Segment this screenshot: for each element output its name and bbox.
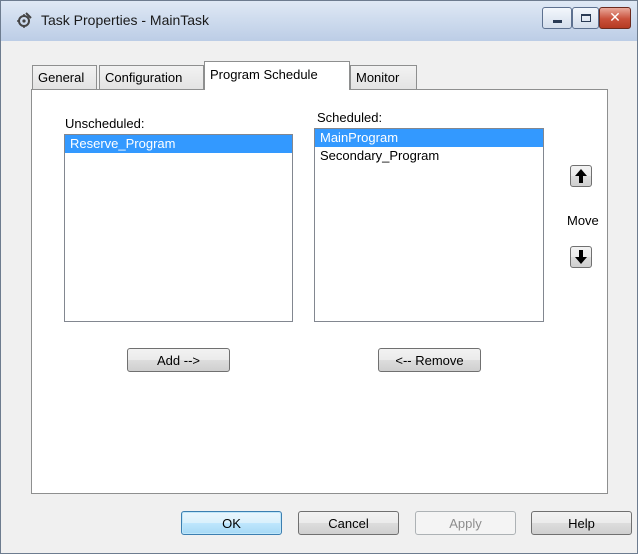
task-properties-window: Task Properties - MainTask ✕ General Con… xyxy=(0,0,638,554)
tab-program-schedule[interactable]: Program Schedule xyxy=(204,61,350,90)
maximize-button[interactable] xyxy=(572,7,599,29)
arrow-up-icon xyxy=(575,169,587,183)
minimize-icon xyxy=(552,19,562,23)
list-item[interactable]: Secondary_Program xyxy=(315,147,543,165)
apply-button[interactable]: Apply xyxy=(415,511,516,535)
tab-configuration[interactable]: Configuration xyxy=(99,65,204,89)
add-button[interactable]: Add --> xyxy=(127,348,230,372)
task-gear-icon xyxy=(17,12,32,28)
minimize-button[interactable] xyxy=(542,7,572,29)
unscheduled-listbox[interactable]: Reserve_Program xyxy=(64,134,293,322)
program-schedule-panel: Unscheduled: Reserve_Program Scheduled: … xyxy=(31,89,608,494)
move-down-button[interactable] xyxy=(570,246,592,268)
list-item[interactable]: MainProgram xyxy=(315,129,543,147)
scheduled-label: Scheduled: xyxy=(317,110,383,125)
maximize-icon xyxy=(580,14,591,22)
window-title: Task Properties - MainTask xyxy=(41,12,210,28)
list-item[interactable]: Reserve_Program xyxy=(65,135,292,153)
tab-general[interactable]: General xyxy=(32,65,97,89)
remove-button[interactable]: <-- Remove xyxy=(378,348,481,372)
title-bar[interactable]: Task Properties - MainTask ✕ xyxy=(1,1,637,41)
help-button[interactable]: Help xyxy=(531,511,632,535)
move-up-button[interactable] xyxy=(570,165,592,187)
scheduled-listbox[interactable]: MainProgram Secondary_Program xyxy=(314,128,544,322)
arrow-down-icon xyxy=(575,250,587,264)
unscheduled-label: Unscheduled: xyxy=(65,116,145,131)
cancel-button[interactable]: Cancel xyxy=(298,511,399,535)
tab-monitor[interactable]: Monitor xyxy=(350,65,417,89)
close-icon: ✕ xyxy=(609,10,621,26)
close-button[interactable]: ✕ xyxy=(599,7,631,29)
move-label: Move xyxy=(567,213,599,228)
ok-button[interactable]: OK xyxy=(181,511,282,535)
